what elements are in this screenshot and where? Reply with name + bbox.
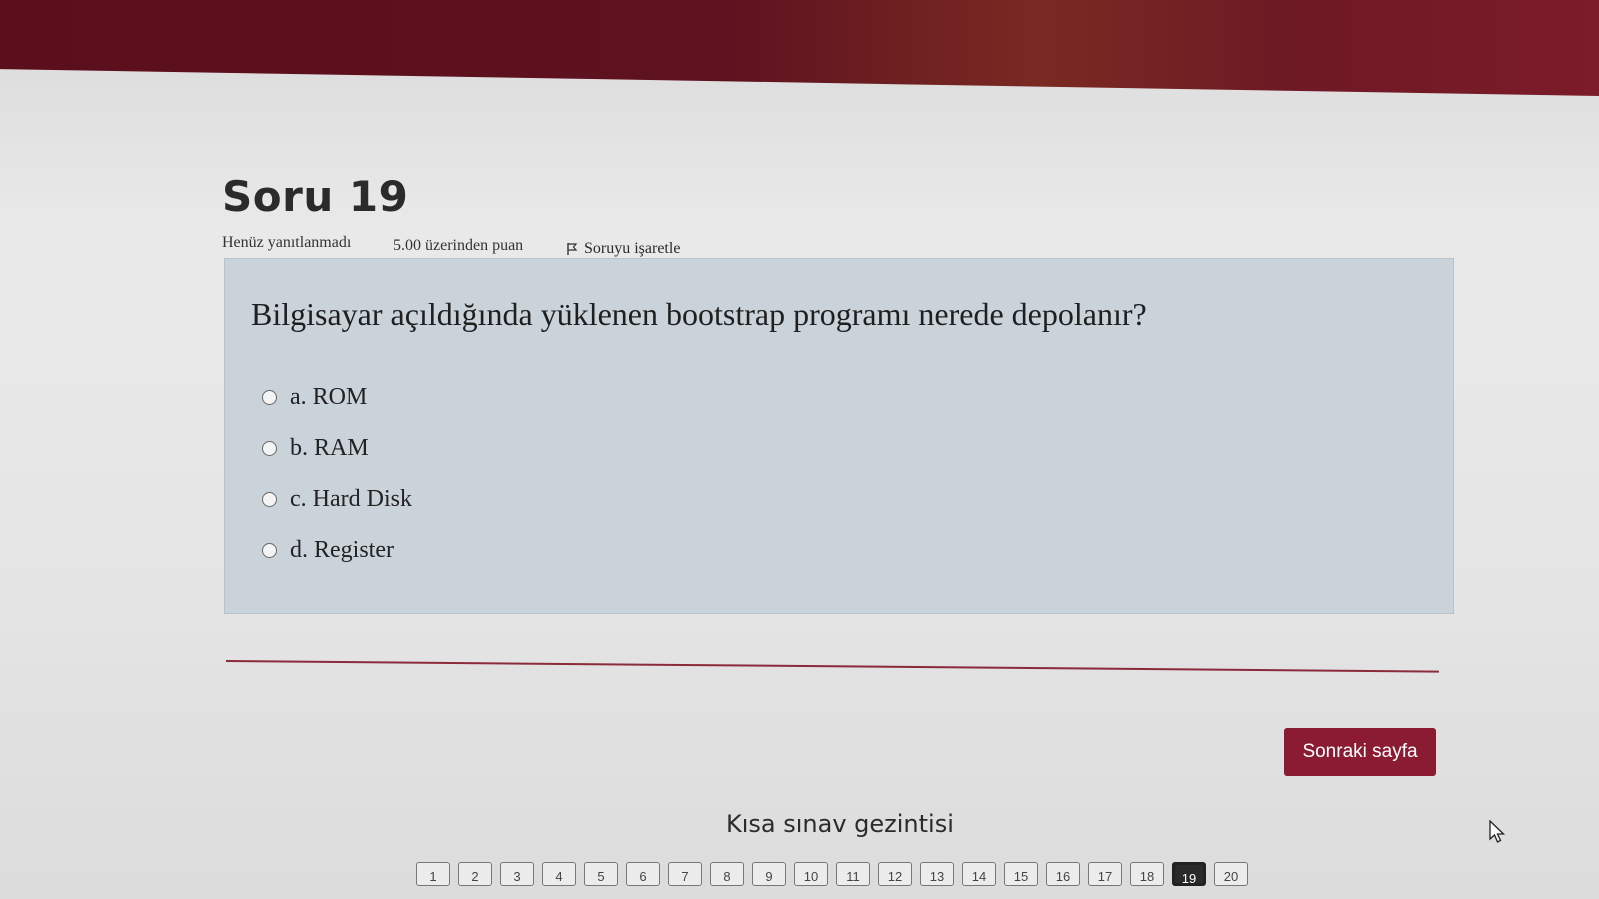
nav-page-20[interactable]: 20 bbox=[1214, 862, 1248, 886]
option-label: d. Register bbox=[290, 537, 394, 563]
nav-page-15[interactable]: 15 bbox=[1004, 862, 1038, 886]
nav-page-16[interactable]: 16 bbox=[1046, 862, 1080, 886]
flag-label: Soruyu işaretle bbox=[584, 240, 681, 257]
flag-question-link[interactable]: Soruyu işaretle bbox=[566, 240, 680, 258]
option-a[interactable]: a. ROM bbox=[262, 384, 367, 411]
nav-page-19-current[interactable]: 19 bbox=[1172, 862, 1206, 886]
question-title: Soru 19 bbox=[222, 172, 409, 221]
quiz-navigation: 1 2 3 4 5 6 7 8 9 10 11 12 13 14 15 16 1… bbox=[416, 862, 1248, 886]
flag-icon bbox=[567, 243, 578, 255]
nav-page-7[interactable]: 7 bbox=[668, 862, 702, 886]
nav-page-11[interactable]: 11 bbox=[836, 862, 870, 886]
question-status: Henüz yanıtlanmadı bbox=[222, 234, 352, 251]
nav-page-14[interactable]: 14 bbox=[962, 862, 996, 886]
nav-page-3[interactable]: 3 bbox=[500, 862, 534, 886]
question-points: 5.00 üzerinden puan bbox=[393, 237, 524, 254]
mouse-cursor-icon bbox=[1489, 820, 1506, 843]
next-page-button[interactable]: Sonraki sayfa bbox=[1284, 728, 1436, 776]
nav-page-6[interactable]: 6 bbox=[626, 862, 660, 886]
header-bar bbox=[0, 0, 1599, 96]
radio-option-b[interactable] bbox=[262, 441, 277, 456]
nav-page-18[interactable]: 18 bbox=[1130, 862, 1164, 886]
option-c[interactable]: c. Hard Disk bbox=[262, 486, 412, 513]
nav-page-9[interactable]: 9 bbox=[752, 862, 786, 886]
quiz-navigation-title: Kısa sınav gezintisi bbox=[726, 810, 954, 838]
option-label: a. ROM bbox=[290, 384, 368, 410]
radio-option-d[interactable] bbox=[262, 543, 277, 558]
radio-option-a[interactable] bbox=[262, 390, 277, 405]
option-b[interactable]: b. RAM bbox=[262, 435, 369, 462]
option-label: c. Hard Disk bbox=[290, 486, 412, 512]
nav-page-10[interactable]: 10 bbox=[794, 862, 828, 886]
nav-page-1[interactable]: 1 bbox=[416, 862, 450, 886]
nav-page-5[interactable]: 5 bbox=[584, 862, 618, 886]
nav-page-12[interactable]: 12 bbox=[878, 862, 912, 886]
nav-page-2[interactable]: 2 bbox=[458, 862, 492, 886]
section-divider bbox=[225, 660, 1439, 673]
nav-page-8[interactable]: 8 bbox=[710, 862, 744, 886]
question-text: Bilgisayar açıldığında yüklenen bootstra… bbox=[251, 296, 1147, 332]
nav-page-4[interactable]: 4 bbox=[542, 862, 576, 886]
option-label: b. RAM bbox=[290, 435, 369, 461]
radio-option-c[interactable] bbox=[262, 492, 277, 507]
option-d[interactable]: d. Register bbox=[262, 537, 394, 564]
nav-page-17[interactable]: 17 bbox=[1088, 862, 1122, 886]
nav-page-13[interactable]: 13 bbox=[920, 862, 954, 886]
